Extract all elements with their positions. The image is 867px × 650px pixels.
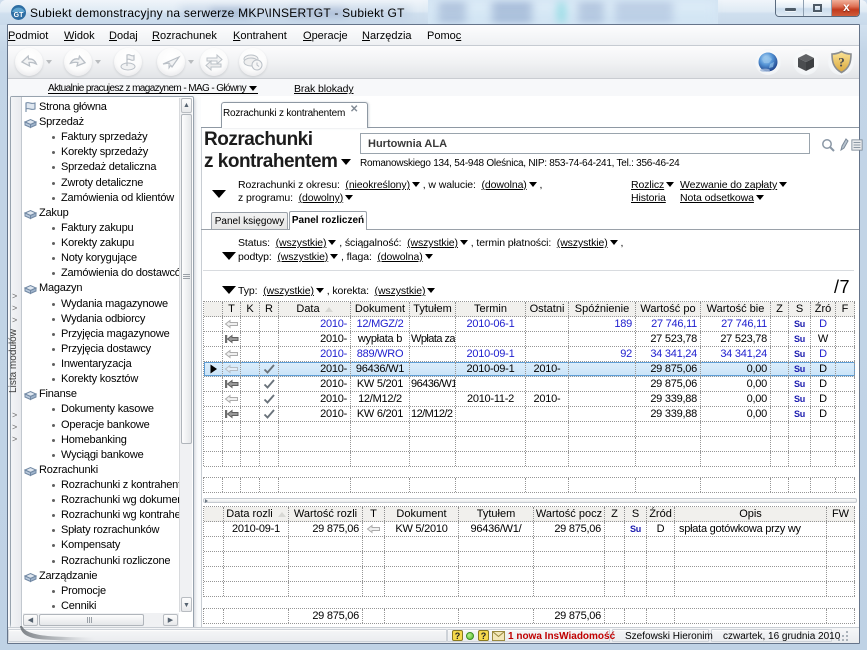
svg-text:?: ?: [838, 55, 845, 70]
svg-text:GT: GT: [14, 12, 24, 19]
